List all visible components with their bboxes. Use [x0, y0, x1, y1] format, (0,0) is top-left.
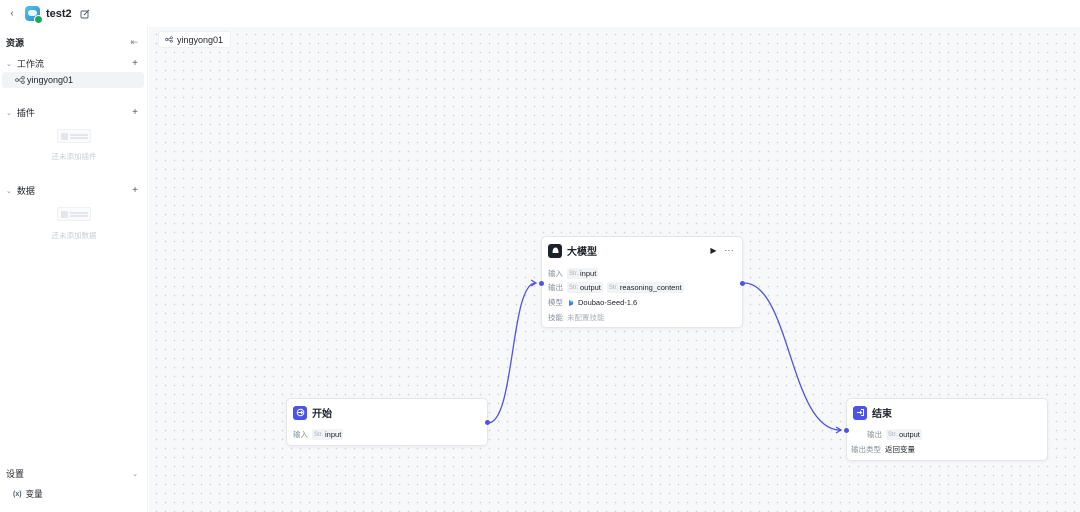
- variable-tag: Str. input: [567, 268, 599, 279]
- llm-input-row: 输入 Str. input: [548, 268, 602, 279]
- add-workflow-button[interactable]: +: [132, 58, 138, 69]
- type-label: Str.: [569, 270, 579, 277]
- type-label: Str.: [314, 431, 324, 438]
- more-options-icon[interactable]: ···: [725, 246, 735, 255]
- settings-section-header[interactable]: 设置 ⌄: [6, 467, 138, 480]
- sidebar-item-variables[interactable]: (x) 变量: [13, 488, 43, 500]
- top-bar: ‹ test2: [0, 0, 1080, 27]
- end-node-title: 结束: [872, 409, 892, 420]
- end-input-port[interactable]: [844, 428, 849, 433]
- input-label: 输入: [293, 430, 308, 439]
- end-output-row: 输出 Str. output: [867, 429, 926, 440]
- app-title: test2: [46, 7, 72, 20]
- resources-header: 资源 ⇤: [6, 36, 138, 49]
- skill-value: 未配置技能: [567, 313, 605, 322]
- start-output-port[interactable]: [485, 420, 490, 425]
- resources-title: 资源: [6, 38, 25, 48]
- output-type-value: 返回变量: [885, 445, 915, 454]
- variable-tag: Str. input: [312, 429, 344, 440]
- add-data-button[interactable]: +: [132, 185, 138, 196]
- start-input-row: 输入 Str. input: [293, 429, 347, 440]
- edit-icon[interactable]: [80, 9, 90, 19]
- output-type-label: 输出类型: [851, 445, 881, 454]
- variable-name: output: [580, 283, 601, 292]
- data-section-label: 数据: [16, 186, 35, 196]
- start-node-icon: [293, 405, 307, 420]
- type-label: Str.: [569, 284, 579, 291]
- llm-model-row: 模型 Doubao-Seed-1.6: [548, 297, 637, 308]
- llm-input-port[interactable]: [539, 281, 544, 286]
- end-output-type-row: 输出类型 返回变量: [851, 444, 915, 455]
- canvas-workflow-tab[interactable]: yingyong01: [158, 31, 232, 48]
- collapse-sidebar-icon[interactable]: ⇤: [130, 37, 138, 48]
- variable-name: output: [899, 430, 920, 439]
- skill-label: 技能: [548, 313, 563, 322]
- plugins-section-header[interactable]: ⌄ 插件 +: [6, 106, 138, 119]
- end-node-header: 结束: [853, 405, 892, 420]
- chevron-down-icon: ⌄: [6, 109, 12, 117]
- variable-tag: Str. reasoning_content: [606, 282, 684, 293]
- variable-name: input: [325, 430, 342, 439]
- end-node[interactable]: 结束 输出 Str. output 输出类型 返回变量: [844, 398, 1048, 461]
- model-label: 模型: [548, 298, 563, 307]
- workflow-icon: [165, 36, 173, 43]
- output-label: 输出: [867, 430, 882, 439]
- start-node[interactable]: 开始 输入 Str. input: [286, 398, 490, 446]
- llm-skill-row: 技能 未配置技能: [548, 312, 605, 323]
- app-avatar-icon: [25, 6, 43, 24]
- model-logo-icon: [569, 299, 573, 306]
- chevron-down-icon: ⌄: [6, 60, 12, 68]
- empty-data-illustration: [57, 207, 91, 221]
- llm-node[interactable]: 大模型 ▶ ··· 输入 Str. input 输出 Str. output Str…: [539, 236, 745, 328]
- sidebar-item-workflow[interactable]: yingyong01: [2, 72, 144, 88]
- variable-tag: Str. output: [886, 429, 922, 440]
- llm-node-header: 大模型: [548, 243, 597, 258]
- llm-output-row: 输出 Str. output Str. reasoning_content: [548, 282, 688, 293]
- llm-node-actions: ▶ ···: [710, 246, 734, 255]
- llm-node-title: 大模型: [567, 247, 597, 258]
- empty-plugins-illustration: [57, 129, 91, 143]
- model-name: Doubao-Seed-1.6: [578, 298, 638, 307]
- data-section-header[interactable]: ⌄ 数据 +: [6, 184, 138, 197]
- workflow-item-label: yingyong01: [27, 75, 74, 85]
- variable-icon: (x): [13, 490, 22, 498]
- end-node-icon: [853, 405, 867, 420]
- type-label: Str.: [888, 431, 898, 438]
- workflow-icon: [15, 76, 25, 84]
- llm-output-port[interactable]: [740, 281, 745, 286]
- start-node-title: 开始: [312, 409, 332, 420]
- type-label: Str.: [608, 284, 618, 291]
- output-label: 输出: [548, 283, 563, 292]
- plugins-empty-text: 还未添加插件: [51, 152, 97, 161]
- canvas-tab-label: yingyong01: [177, 34, 224, 45]
- variable-name: reasoning_content: [619, 283, 682, 292]
- add-plugin-button[interactable]: +: [132, 107, 138, 118]
- settings-label: 设置: [6, 469, 25, 479]
- back-icon[interactable]: ‹: [6, 7, 18, 21]
- chevron-down-icon: ⌄: [132, 470, 138, 478]
- workflow-section-label: 工作流: [16, 59, 44, 69]
- workflow-section-header[interactable]: ⌄ 工作流 +: [6, 57, 138, 70]
- llm-node-icon: [548, 243, 562, 258]
- variables-label: 变量: [25, 489, 43, 499]
- start-node-header: 开始: [293, 405, 332, 420]
- variable-name: input: [580, 269, 597, 278]
- data-empty-text: 还未添加数据: [51, 231, 97, 240]
- plugins-section-label: 插件: [16, 108, 35, 118]
- variable-tag: Str. output: [567, 282, 603, 293]
- run-icon[interactable]: ▶: [710, 246, 716, 255]
- published-badge-icon: [34, 15, 43, 24]
- input-label: 输入: [548, 269, 563, 278]
- resource-sidebar: 资源 ⇤ ⌄ 工作流 + yingyong01 ⌄ 插件 + 还未添加插件 ⌄ 数据 …: [0, 27, 148, 512]
- chevron-down-icon: ⌄: [6, 187, 12, 195]
